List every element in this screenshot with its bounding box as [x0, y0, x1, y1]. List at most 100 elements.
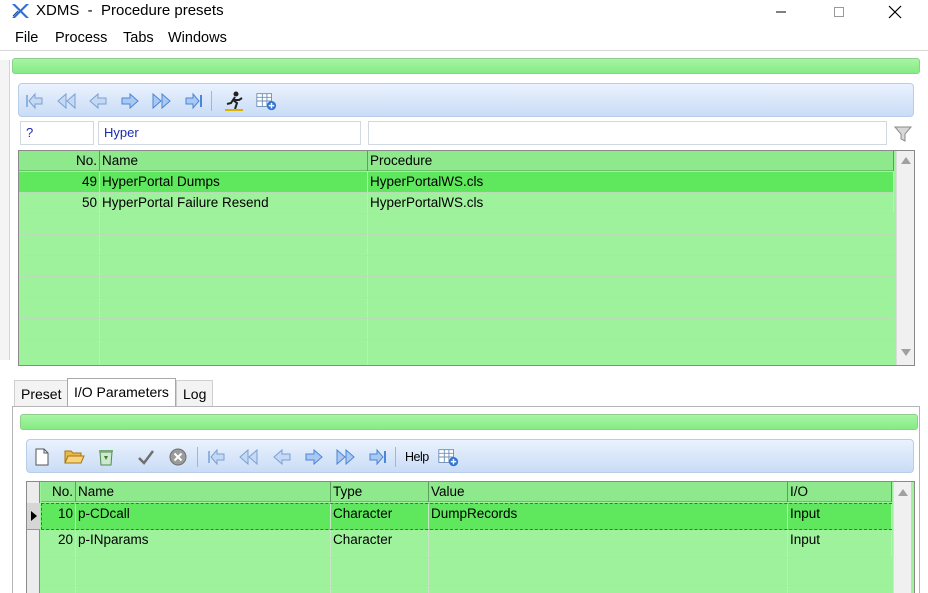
run-procedure-button[interactable] — [223, 90, 245, 112]
table-settings-button[interactable] — [437, 446, 459, 468]
checkmark-icon — [138, 450, 154, 465]
cancel-button[interactable] — [167, 446, 189, 468]
next-page-icon — [336, 448, 355, 466]
toolbar-separator — [197, 447, 198, 467]
filter-no-input[interactable]: ? — [20, 121, 94, 145]
cell-io: Input — [788, 504, 892, 529]
column-header-no[interactable]: No. — [19, 151, 100, 171]
cell-value — [429, 530, 788, 557]
previous-record-icon — [273, 448, 291, 466]
toolbar-separator — [211, 91, 212, 111]
scroll-down-icon[interactable] — [901, 349, 911, 356]
folder-open-icon — [64, 450, 85, 464]
next-page-icon — [152, 92, 171, 110]
table-settings-button[interactable] — [255, 90, 277, 112]
app-logo-icon — [12, 4, 29, 18]
menu-windows[interactable]: Windows — [168, 30, 227, 46]
empty-row — [19, 235, 894, 256]
table-add-icon — [438, 449, 459, 467]
next-record-button[interactable] — [119, 90, 141, 112]
cell-type: Character — [331, 504, 429, 529]
table-add-icon — [256, 93, 277, 111]
table-row[interactable]: 49 HyperPortal Dumps HyperPortalWS.cls — [19, 172, 894, 193]
maximize-button[interactable] — [816, 0, 862, 24]
column-header-name[interactable]: Name — [100, 151, 368, 171]
cell-io: Input — [788, 530, 892, 557]
minimize-icon — [776, 11, 786, 13]
cell-no: 50 — [19, 193, 100, 213]
next-record-icon — [121, 92, 139, 110]
scroll-up-icon[interactable] — [898, 489, 908, 496]
upper-toolbar — [18, 83, 914, 117]
close-button[interactable] — [872, 0, 918, 24]
filter-procedure-input[interactable] — [368, 121, 887, 145]
minimize-button[interactable] — [758, 0, 804, 24]
previous-page-icon — [239, 448, 258, 466]
lower-toolbar: Help — [26, 439, 914, 473]
first-record-icon — [208, 448, 225, 466]
menu-divider — [0, 50, 928, 51]
save-button[interactable] — [135, 446, 157, 468]
tab-io-parameters[interactable]: I/O Parameters — [67, 378, 176, 406]
cell-procedure: HyperPortalWS.cls — [368, 172, 894, 192]
tab-log[interactable]: Log — [176, 380, 214, 406]
previous-page-button[interactable] — [237, 446, 259, 468]
menu-process[interactable]: Process — [55, 30, 107, 46]
close-icon — [888, 5, 902, 19]
vertical-scrollbar[interactable] — [896, 151, 914, 365]
row-selector-column — [27, 482, 40, 593]
toolbar-separator — [395, 447, 396, 467]
table-row[interactable]: 50 HyperPortal Failure Resend HyperPorta… — [19, 193, 894, 214]
column-header-type[interactable]: Type — [331, 482, 429, 502]
scroll-up-icon[interactable] — [901, 157, 911, 164]
column-header-io[interactable]: I/O — [788, 482, 892, 502]
menu-bar: File Process Tabs Windows — [0, 27, 928, 49]
empty-row — [41, 586, 892, 593]
table-row[interactable]: 10 p-CDcall Character DumpRecords Input — [41, 503, 892, 530]
last-record-icon — [185, 92, 202, 110]
title-bar: XDMS - Procedure presets — [0, 0, 928, 24]
tab-preset[interactable]: Preset — [14, 380, 69, 406]
cell-type: Character — [331, 530, 429, 557]
last-record-button[interactable] — [183, 90, 205, 112]
funnel-icon — [894, 126, 912, 142]
cell-procedure: HyperPortalWS.cls — [368, 193, 894, 213]
first-record-button[interactable] — [205, 446, 227, 468]
help-button[interactable]: Help — [401, 446, 433, 468]
filter-name-input[interactable]: Hyper — [98, 121, 361, 145]
delete-record-button[interactable] — [95, 446, 117, 468]
column-header-no[interactable]: No. — [41, 482, 76, 502]
column-header-name[interactable]: Name — [76, 482, 331, 502]
cancel-icon — [169, 448, 187, 466]
vertical-scrollbar[interactable] — [893, 482, 911, 593]
io-parameters-grid: No. Name Type Value I/O 10 p-CDcall Char… — [26, 481, 915, 593]
maximize-icon — [834, 7, 844, 17]
cell-name: p-INparams — [76, 530, 331, 557]
empty-row — [19, 298, 894, 319]
next-page-button[interactable] — [335, 446, 357, 468]
menu-file[interactable]: File — [15, 30, 38, 46]
menu-tabs[interactable]: Tabs — [123, 30, 154, 46]
column-header-procedure[interactable]: Procedure — [368, 151, 894, 171]
cell-name: p-CDcall — [76, 504, 331, 529]
row-selector[interactable] — [27, 503, 40, 530]
previous-record-button[interactable] — [87, 90, 109, 112]
previous-page-button[interactable] — [55, 90, 77, 112]
filter-button[interactable] — [892, 123, 914, 145]
runner-icon — [225, 91, 243, 111]
previous-page-icon — [57, 92, 76, 110]
previous-record-button[interactable] — [271, 446, 293, 468]
io-grid-header: No. Name Type Value I/O — [41, 482, 892, 502]
last-record-button[interactable] — [367, 446, 389, 468]
new-document-icon — [35, 448, 49, 466]
column-header-value[interactable]: Value — [429, 482, 788, 502]
table-row[interactable]: 20 p-INparams Character Input — [41, 530, 892, 558]
new-record-button[interactable] — [31, 446, 53, 468]
cell-no: 10 — [42, 504, 76, 529]
empty-row — [19, 256, 894, 277]
open-button[interactable] — [63, 446, 85, 468]
cell-no: 49 — [19, 172, 100, 192]
next-page-button[interactable] — [151, 90, 173, 112]
next-record-button[interactable] — [303, 446, 325, 468]
first-record-button[interactable] — [23, 90, 45, 112]
